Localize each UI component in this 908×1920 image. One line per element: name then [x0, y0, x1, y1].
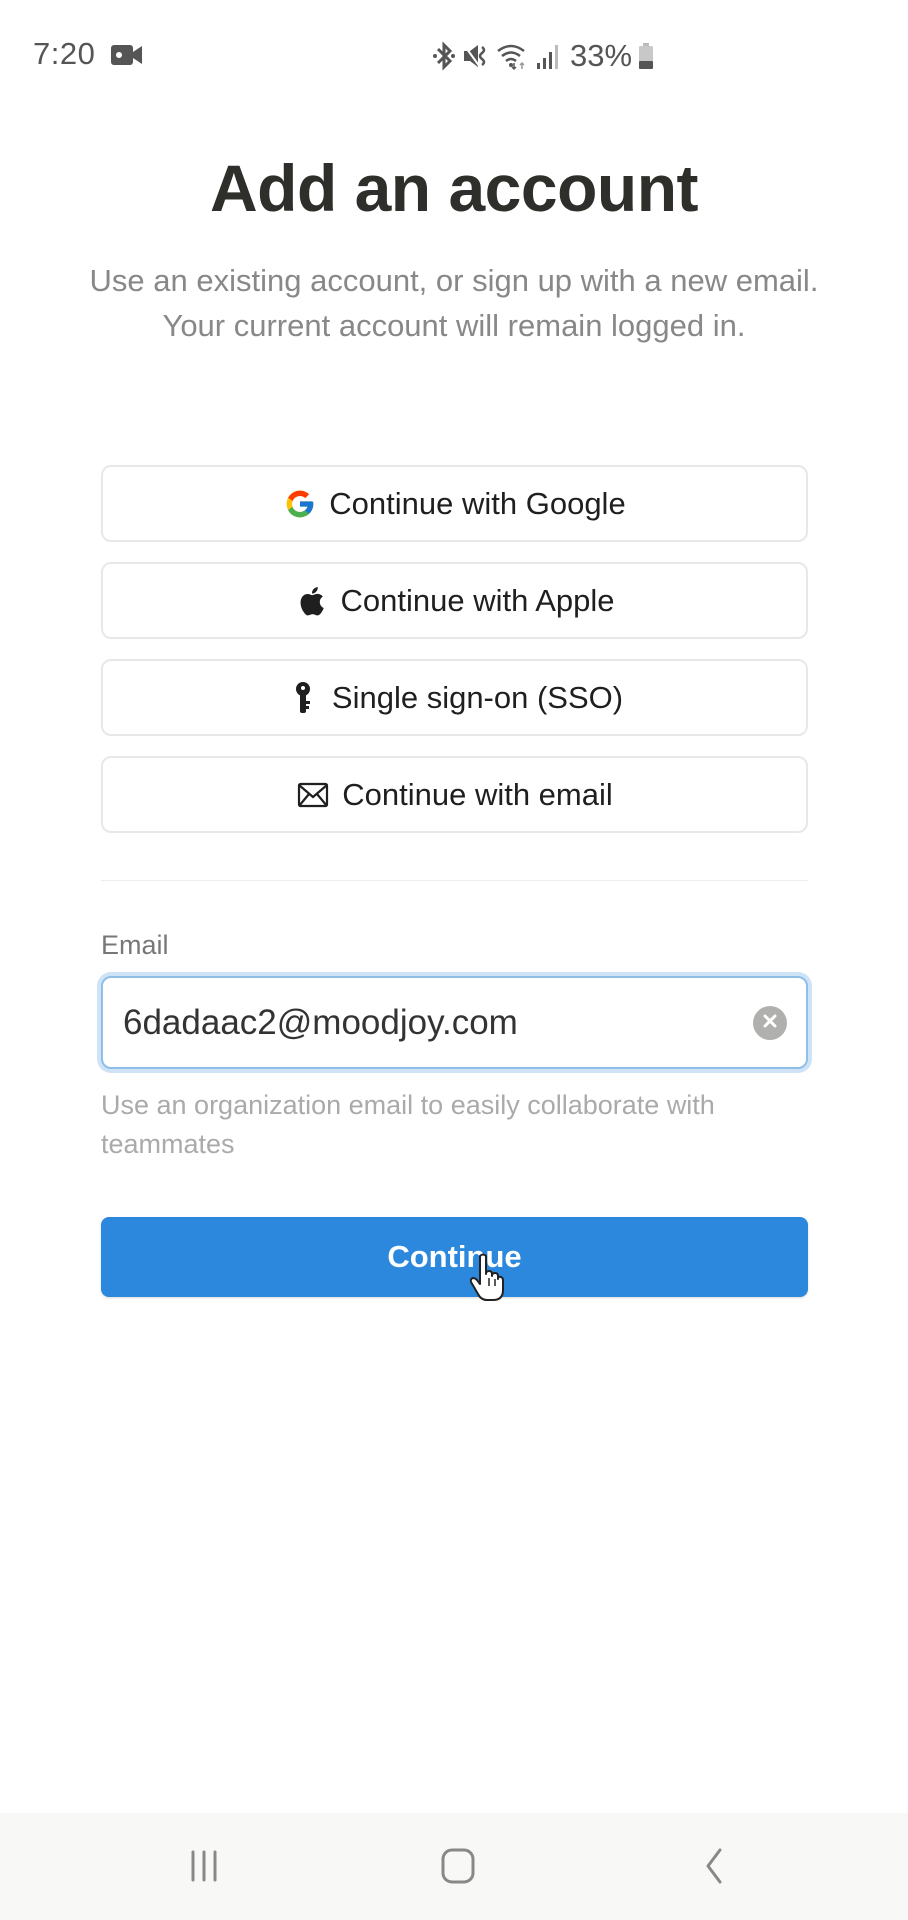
continue-with-google-button[interactable]: Continue with Google: [101, 465, 808, 542]
continue-button[interactable]: Continue: [101, 1217, 808, 1297]
email-button-label: Continue with email: [342, 776, 613, 812]
page-title: Add an account: [209, 151, 699, 225]
video-recording-icon: [111, 44, 143, 66]
status-bar: 7:20 33%: [0, 0, 908, 110]
battery-icon: [638, 41, 654, 71]
email-input[interactable]: [123, 978, 723, 1067]
envelope-icon: [296, 778, 330, 812]
back-chevron-icon: [702, 1847, 726, 1890]
home-icon: [440, 1847, 476, 1890]
clear-input-button[interactable]: [753, 1006, 787, 1040]
home-button[interactable]: [428, 1843, 488, 1893]
continue-with-email-button[interactable]: Continue with email: [101, 756, 808, 833]
sso-button-label: Single sign-on (SSO): [331, 679, 624, 715]
email-field-container: [101, 976, 808, 1069]
email-helper-text: Use an organization email to easily coll…: [101, 1090, 715, 1159]
recent-apps-button[interactable]: [174, 1843, 234, 1893]
wifi-icon: [496, 41, 530, 71]
google-icon: [283, 487, 317, 521]
close-icon: [762, 1013, 778, 1034]
apple-icon: [294, 584, 328, 618]
single-sign-on-button[interactable]: Single sign-on (SSO): [101, 659, 808, 736]
key-icon: [286, 681, 320, 715]
system-navigation-bar: [0, 1813, 908, 1920]
status-time: 7:20: [33, 36, 96, 71]
back-button[interactable]: [684, 1843, 744, 1893]
continue-with-apple-button[interactable]: Continue with Apple: [101, 562, 808, 639]
apple-button-label: Continue with Apple: [340, 582, 615, 618]
recent-apps-icon: [187, 1849, 221, 1888]
battery-percent: 33%: [570, 38, 633, 73]
signal-icon: [536, 41, 560, 71]
page-subtitle: Use an existing account, or sign up with…: [89, 263, 819, 343]
divider: [101, 880, 808, 881]
google-button-label: Continue with Google: [329, 485, 626, 521]
status-icons: 33%: [432, 36, 654, 76]
email-field-label: Email: [101, 930, 169, 960]
vibrate-mute-icon: [462, 41, 490, 71]
bluetooth-icon: [432, 41, 456, 71]
